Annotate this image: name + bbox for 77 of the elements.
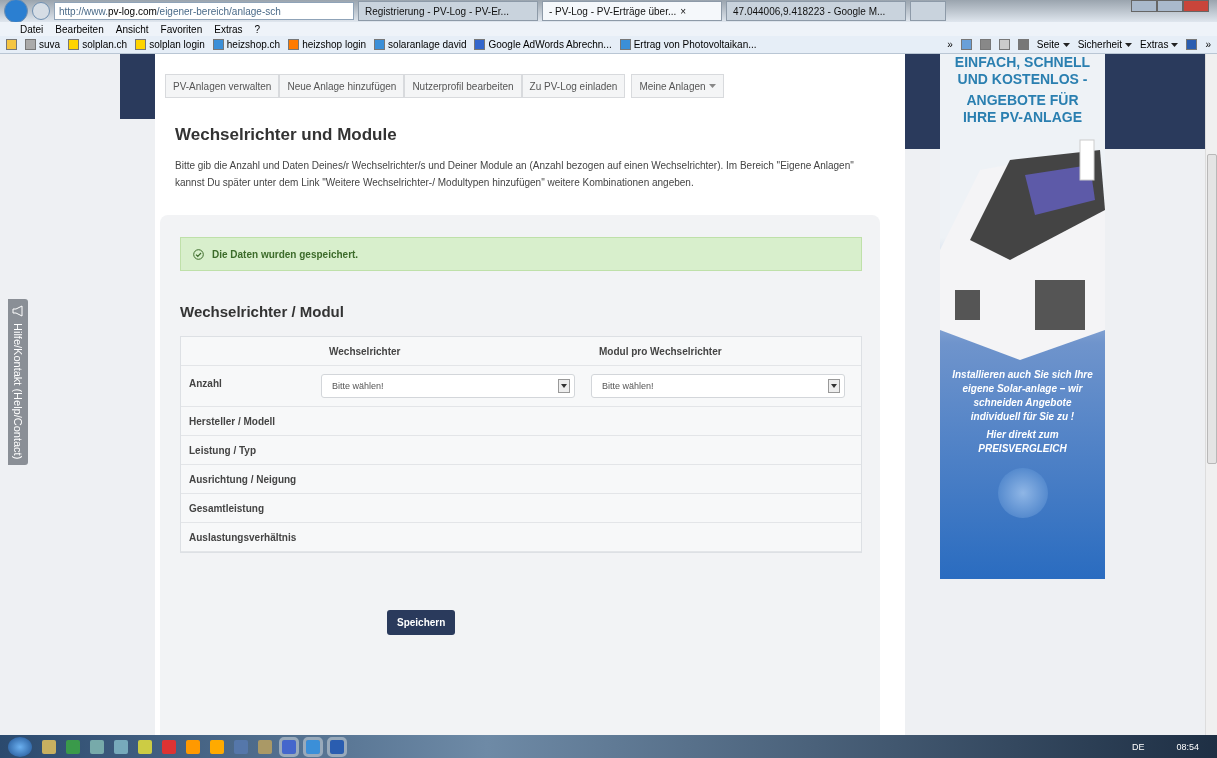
favorite-link[interactable]: heizshop.ch [212, 39, 281, 50]
taskbar-app-icon[interactable] [210, 739, 224, 754]
header-band [120, 54, 155, 119]
page-title: Wechselrichter und Module [175, 125, 398, 145]
taskbar-app-icon[interactable] [114, 739, 128, 754]
menu-item[interactable]: Favoriten [160, 23, 203, 35]
row-label: Anzahl [188, 377, 223, 389]
row-label: Auslastungsverhältnis [188, 531, 298, 543]
nav-button[interactable]: PV-Anlagen verwalten [165, 74, 280, 98]
maximize-button[interactable] [1157, 0, 1183, 12]
browser-tab[interactable]: - PV-Log - PV-Erträge über... × [542, 1, 722, 21]
command-menu[interactable]: Sicherheit [1077, 39, 1133, 50]
megaphone-icon [12, 305, 24, 317]
scrollbar-thumb[interactable] [1206, 154, 1217, 464]
nav-button[interactable]: Zu PV-Log einladen [521, 74, 626, 98]
menu-item[interactable]: Extras [214, 23, 243, 35]
save-button[interactable]: Speichern [387, 610, 456, 635]
orb-icon [997, 468, 1048, 518]
taskbar-app-icon[interactable] [282, 739, 296, 754]
nav-dropdown[interactable]: Meine Anlagen [631, 74, 724, 98]
taskbar-app-icon[interactable] [138, 739, 152, 754]
ad-headline: EINFACH, SCHNELL [954, 54, 1091, 71]
favorite-link[interactable]: solplan login [135, 39, 205, 50]
row-label: Ausrichtung / Neigung [188, 473, 298, 485]
row-label: Gesamtleistung [188, 502, 266, 514]
favorite-link[interactable]: Ertrag von Photovoltaikan... [619, 39, 757, 50]
caret-icon [1125, 42, 1133, 47]
language-indicator[interactable]: DE [1131, 741, 1145, 752]
start-button[interactable] [8, 736, 32, 757]
nav-button[interactable]: Nutzerprofil bearbeiten [404, 74, 522, 98]
taskbar-app-icon[interactable] [42, 739, 56, 754]
browser-tab[interactable]: 47.044006,9.418223 - Google M... [726, 1, 906, 21]
check-circle-icon [193, 248, 204, 260]
forward-button[interactable] [32, 2, 50, 20]
clock[interactable]: 08:54 [1176, 741, 1199, 752]
favorite-link[interactable]: Google AdWords Abrechn... [474, 39, 612, 50]
taskbar-app-icon[interactable] [258, 739, 272, 754]
caret-icon [1062, 42, 1070, 47]
ad-headline: ANGEBOTE FÜR [966, 92, 1079, 109]
favorite-link[interactable]: solaranlage david [374, 39, 467, 50]
row-label: Leistung / Typ [188, 444, 258, 456]
nav-button[interactable]: Neue Anlage hinzufügen [279, 74, 405, 98]
intro-text: Bitte gib die Anzahl und Daten Deines/r Wechselrichter/s und Deiner Module an (Anzahl bezogen auf einen Wechselrichter). Im Bereich "Eigene Anlagen" kannst Du später unter dem Link "Weitere Wechselrichter-/ Modultypen hinzufügen" weitere Kombinationen angeben. [175, 159, 855, 190]
command-menu[interactable]: Seite [1036, 39, 1070, 50]
select-field[interactable]: Bitte wählen! [591, 374, 845, 398]
browser-tab[interactable]: Registrierung - PV-Log - PV-Er... [358, 1, 538, 21]
column-header: Modul pro Wechselrichter [598, 345, 723, 357]
command-menu[interactable]: Extras [1140, 39, 1179, 50]
ad-banner[interactable]: EINFACH, SCHNELL UND KOSTENLOS - ANGEBOTE FÜR IHRE PV-ANLAGE Installieren auch Sie sich Ihre eigene Solar-anlage – wir schneiden Angebote individuell für Sie zu ! Hier direkt zum PREISVERGLEICH [940, 54, 1105, 579]
minimize-button[interactable] [1131, 0, 1157, 12]
menu-item[interactable]: Datei [20, 23, 44, 35]
taskbar-app-icon[interactable] [330, 739, 344, 754]
chevron-button[interactable]: » [947, 39, 953, 50]
menu-item[interactable]: Ansicht [115, 23, 149, 35]
ad-text: Installieren auch Sie sich Ihre eigene Solar-anlage – wir schneiden Angebote individuell für Sie zu ! [951, 368, 1094, 424]
favorite-link[interactable]: suva [25, 39, 61, 50]
column-header: Wechselrichter [328, 345, 402, 357]
alert-text: Die Daten wurden gespeichert. [212, 248, 359, 260]
caret-icon [708, 84, 716, 88]
section-title: Wechselrichter / Modul [180, 303, 345, 320]
select-field[interactable]: Bitte wählen! [321, 374, 575, 398]
address-field[interactable]: http://www.pv-log.com/eigener-bereich/anlage-sch [54, 2, 354, 20]
new-tab-button[interactable] [910, 1, 946, 21]
menu-item[interactable]: ? [254, 23, 261, 35]
menu-item[interactable]: Bearbeiten [55, 23, 104, 35]
row-label: Hersteller / Modell [188, 415, 277, 427]
back-button[interactable] [4, 0, 28, 23]
favorite-link[interactable]: heizshop login [288, 39, 367, 50]
favorite-link[interactable]: solplan.ch [68, 39, 128, 50]
ad-headline: UND KOSTENLOS - [957, 71, 1088, 88]
taskbar-app-icon[interactable] [66, 739, 80, 754]
caret-icon [1171, 42, 1179, 47]
chevron-button[interactable]: » [1205, 39, 1211, 50]
taskbar-app-icon[interactable] [186, 739, 200, 754]
ad-headline: IHRE PV-ANLAGE [963, 109, 1082, 126]
taskbar-app-icon[interactable] [90, 739, 104, 754]
ad-link[interactable]: Hier direkt zum PREISVERGLEICH [967, 428, 1078, 456]
